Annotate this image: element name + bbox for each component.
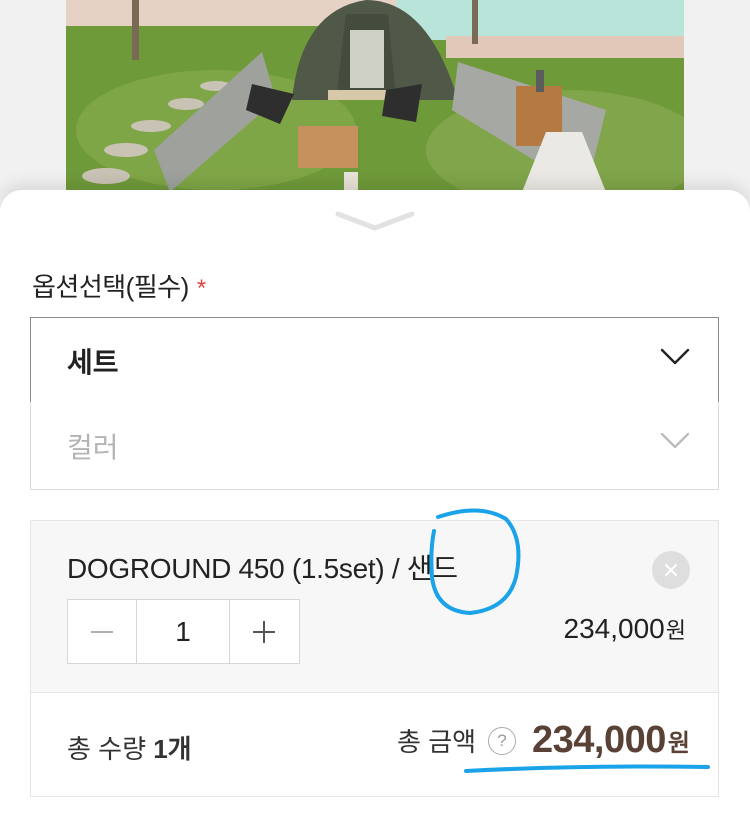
increase-quantity-button[interactable] <box>230 600 298 663</box>
total-quantity-value: 1개 <box>153 734 192 764</box>
minus-icon <box>91 630 113 633</box>
product-photo-area <box>0 0 750 200</box>
question-circle-icon[interactable]: ? <box>488 726 517 755</box>
remove-item-button[interactable] <box>652 551 690 589</box>
close-icon <box>664 563 678 577</box>
option-bottom-sheet: 옵션선택(필수) * 세트 컬러 DOGROUND 450 (1.5set) / … <box>0 190 750 828</box>
item-price: 234,000원 <box>564 613 686 645</box>
total-quantity-label: 총 수량 <box>67 734 154 764</box>
selected-item-card: DOGROUND 450 (1.5set) / 샌드 1 234,000원 <box>30 520 719 692</box>
total-amount-label: 총 금액 <box>397 727 477 757</box>
set-option-value: 세트 <box>67 346 119 378</box>
plus-icon <box>253 620 275 643</box>
chevron-down-icon <box>660 432 690 449</box>
product-photo <box>66 0 684 192</box>
color-option-placeholder: 컬러 <box>67 431 119 463</box>
item-price-value: 234,000 <box>563 613 665 644</box>
sheet-collapse-handle-icon[interactable] <box>335 208 415 238</box>
chevron-down-icon <box>660 348 690 365</box>
total-amount: 총 금액 ? 234,000 원 <box>397 719 690 762</box>
total-quantity: 총 수량 1개 <box>67 729 192 766</box>
decrease-quantity-button[interactable] <box>68 600 136 663</box>
option-section-title: 옵션선택(필수) * <box>32 267 206 304</box>
set-option-select[interactable]: 세트 <box>30 317 719 404</box>
item-price-currency: 원 <box>665 618 686 643</box>
total-amount-currency: 원 <box>667 730 690 757</box>
quantity-value[interactable]: 1 <box>136 600 230 663</box>
option-title-text: 옵션선택(필수) <box>32 272 189 302</box>
total-summary: 총 수량 1개 총 금액 ? 234,000 원 <box>30 692 719 797</box>
total-amount-value: 234,000 <box>532 719 666 761</box>
selected-item-name: DOGROUND 450 (1.5set) / 샌드 <box>67 553 458 584</box>
required-star: * <box>196 275 206 302</box>
quantity-stepper: 1 <box>67 599 300 664</box>
color-option-select[interactable]: 컬러 <box>30 402 719 490</box>
